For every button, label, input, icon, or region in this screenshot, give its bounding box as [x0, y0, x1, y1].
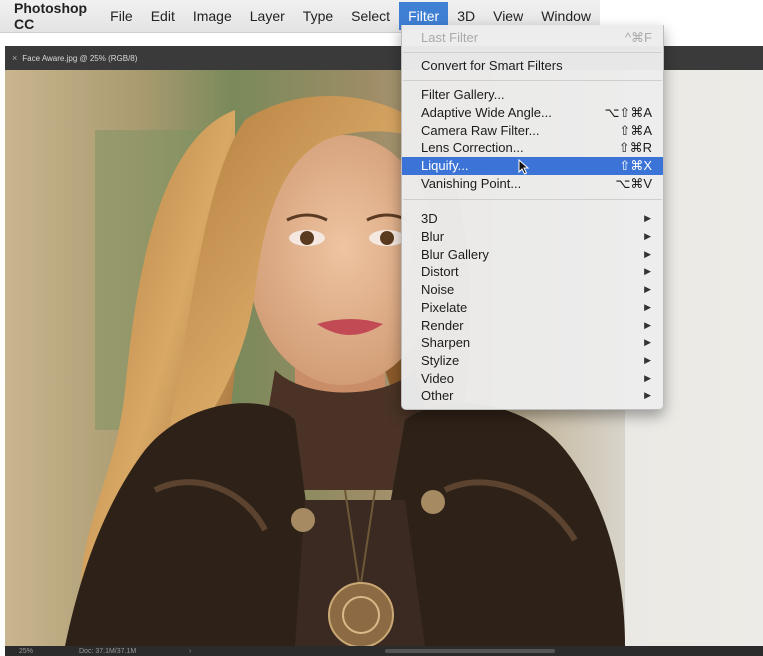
menu-type[interactable]: Type [294, 2, 342, 30]
document-tab-title: Face Aware.jpg @ 25% (RGB/8) [22, 53, 138, 63]
menu-separator [403, 199, 662, 200]
horizontal-scrollbar[interactable] [385, 649, 555, 653]
menu-item-vanishing-point[interactable]: Vanishing Point... ⌥⌘V [402, 175, 663, 193]
menu-item-label: Camera Raw Filter... [421, 123, 540, 138]
menu-item-distort[interactable]: Distort ▶ [402, 263, 663, 281]
menu-item-shortcut: ⇧⌘R [618, 140, 652, 155]
submenu-arrow-icon: ▶ [644, 249, 651, 259]
close-tab-icon[interactable]: × [5, 53, 22, 63]
zoom-level[interactable]: 25% [5, 648, 79, 655]
submenu-arrow-icon: ▶ [644, 284, 651, 294]
submenu-arrow-icon: ▶ [644, 337, 651, 347]
menu-item-label: Render [421, 318, 464, 333]
filter-menu-dropdown: Last Filter ^⌘F Convert for Smart Filter… [401, 25, 664, 410]
menu-item-sharpen[interactable]: Sharpen ▶ [402, 334, 663, 352]
submenu-arrow-icon: ▶ [644, 231, 651, 241]
menu-item-label: Convert for Smart Filters [421, 58, 563, 73]
menu-item-render[interactable]: Render ▶ [402, 317, 663, 335]
menu-item-label: Other [421, 388, 454, 403]
menu-item-label: Pixelate [421, 300, 468, 315]
submenu-arrow-icon: ▶ [644, 390, 651, 400]
mouse-cursor-icon [518, 159, 530, 175]
menu-item-label: Liquify... [421, 158, 469, 173]
menu-item-noise[interactable]: Noise ▶ [402, 281, 663, 299]
menu-item-filter-gallery[interactable]: Filter Gallery... [402, 86, 663, 104]
status-menu-arrow-icon[interactable]: › [189, 648, 191, 655]
menu-layer[interactable]: Layer [241, 2, 294, 30]
status-bar: 25% Doc: 37.1M/37.1M › [5, 646, 763, 656]
menu-item-pixelate[interactable]: Pixelate ▶ [402, 299, 663, 317]
menu-item-label: Last Filter [421, 30, 479, 45]
menu-separator [403, 80, 662, 81]
app-menu-photoshop[interactable]: Photoshop CC [0, 0, 104, 32]
menu-item-other[interactable]: Other ▶ [402, 387, 663, 405]
menu-item-convert-for-smart-filters[interactable]: Convert for Smart Filters [402, 57, 663, 75]
submenu-arrow-icon: ▶ [644, 373, 651, 383]
menu-image[interactable]: Image [184, 2, 241, 30]
menu-item-shortcut: ⌥⇧⌘A [604, 105, 652, 120]
menu-item-3d[interactable]: 3D ▶ [402, 210, 663, 228]
menu-item-label: Blur Gallery [421, 247, 489, 262]
menu-item-shortcut: ⌥⌘V [615, 176, 652, 191]
menu-item-label: Distort [421, 264, 459, 279]
menu-item-label: Filter Gallery... [421, 87, 505, 102]
submenu-arrow-icon: ▶ [644, 302, 651, 312]
menu-item-shortcut: ^⌘F [624, 30, 652, 45]
menu-item-blur-gallery[interactable]: Blur Gallery ▶ [402, 246, 663, 264]
menu-select[interactable]: Select [342, 2, 399, 30]
submenu-arrow-icon: ▶ [644, 266, 651, 276]
menu-separator [403, 52, 662, 53]
menu-item-label: Stylize [421, 353, 460, 368]
menu-item-label: Sharpen [421, 335, 471, 350]
menu-item-label: Vanishing Point... [421, 176, 522, 191]
menu-item-label: 3D [421, 211, 438, 226]
menu-item-lens-correction[interactable]: Lens Correction... ⇧⌘R [402, 139, 663, 157]
menu-item-video[interactable]: Video ▶ [402, 370, 663, 388]
document-size: Doc: 37.1M/37.1M [79, 647, 137, 655]
menu-file[interactable]: File [104, 2, 142, 30]
menu-item-shortcut: ⇧⌘X [619, 158, 652, 173]
menu-item-adaptive-wide-angle[interactable]: Adaptive Wide Angle... ⌥⇧⌘A [402, 104, 663, 122]
menu-edit[interactable]: Edit [142, 2, 184, 30]
menu-item-label: Noise [421, 282, 455, 297]
menu-item-shortcut: ⇧⌘A [619, 123, 652, 138]
menu-item-label: Blur [421, 229, 445, 244]
menu-item-camera-raw-filter[interactable]: Camera Raw Filter... ⇧⌘A [402, 122, 663, 140]
menu-item-last-filter[interactable]: Last Filter ^⌘F [402, 29, 663, 47]
menu-item-label: Lens Correction... [421, 140, 524, 155]
menu-item-liquify[interactable]: Liquify... ⇧⌘X [402, 157, 663, 175]
menu-item-label: Video [421, 371, 455, 386]
submenu-arrow-icon: ▶ [644, 320, 651, 330]
menu-item-blur[interactable]: Blur ▶ [402, 228, 663, 246]
submenu-arrow-icon: ▶ [644, 213, 651, 223]
menu-item-stylize[interactable]: Stylize ▶ [402, 352, 663, 370]
submenu-arrow-icon: ▶ [644, 355, 651, 365]
menu-item-label: Adaptive Wide Angle... [421, 105, 552, 120]
